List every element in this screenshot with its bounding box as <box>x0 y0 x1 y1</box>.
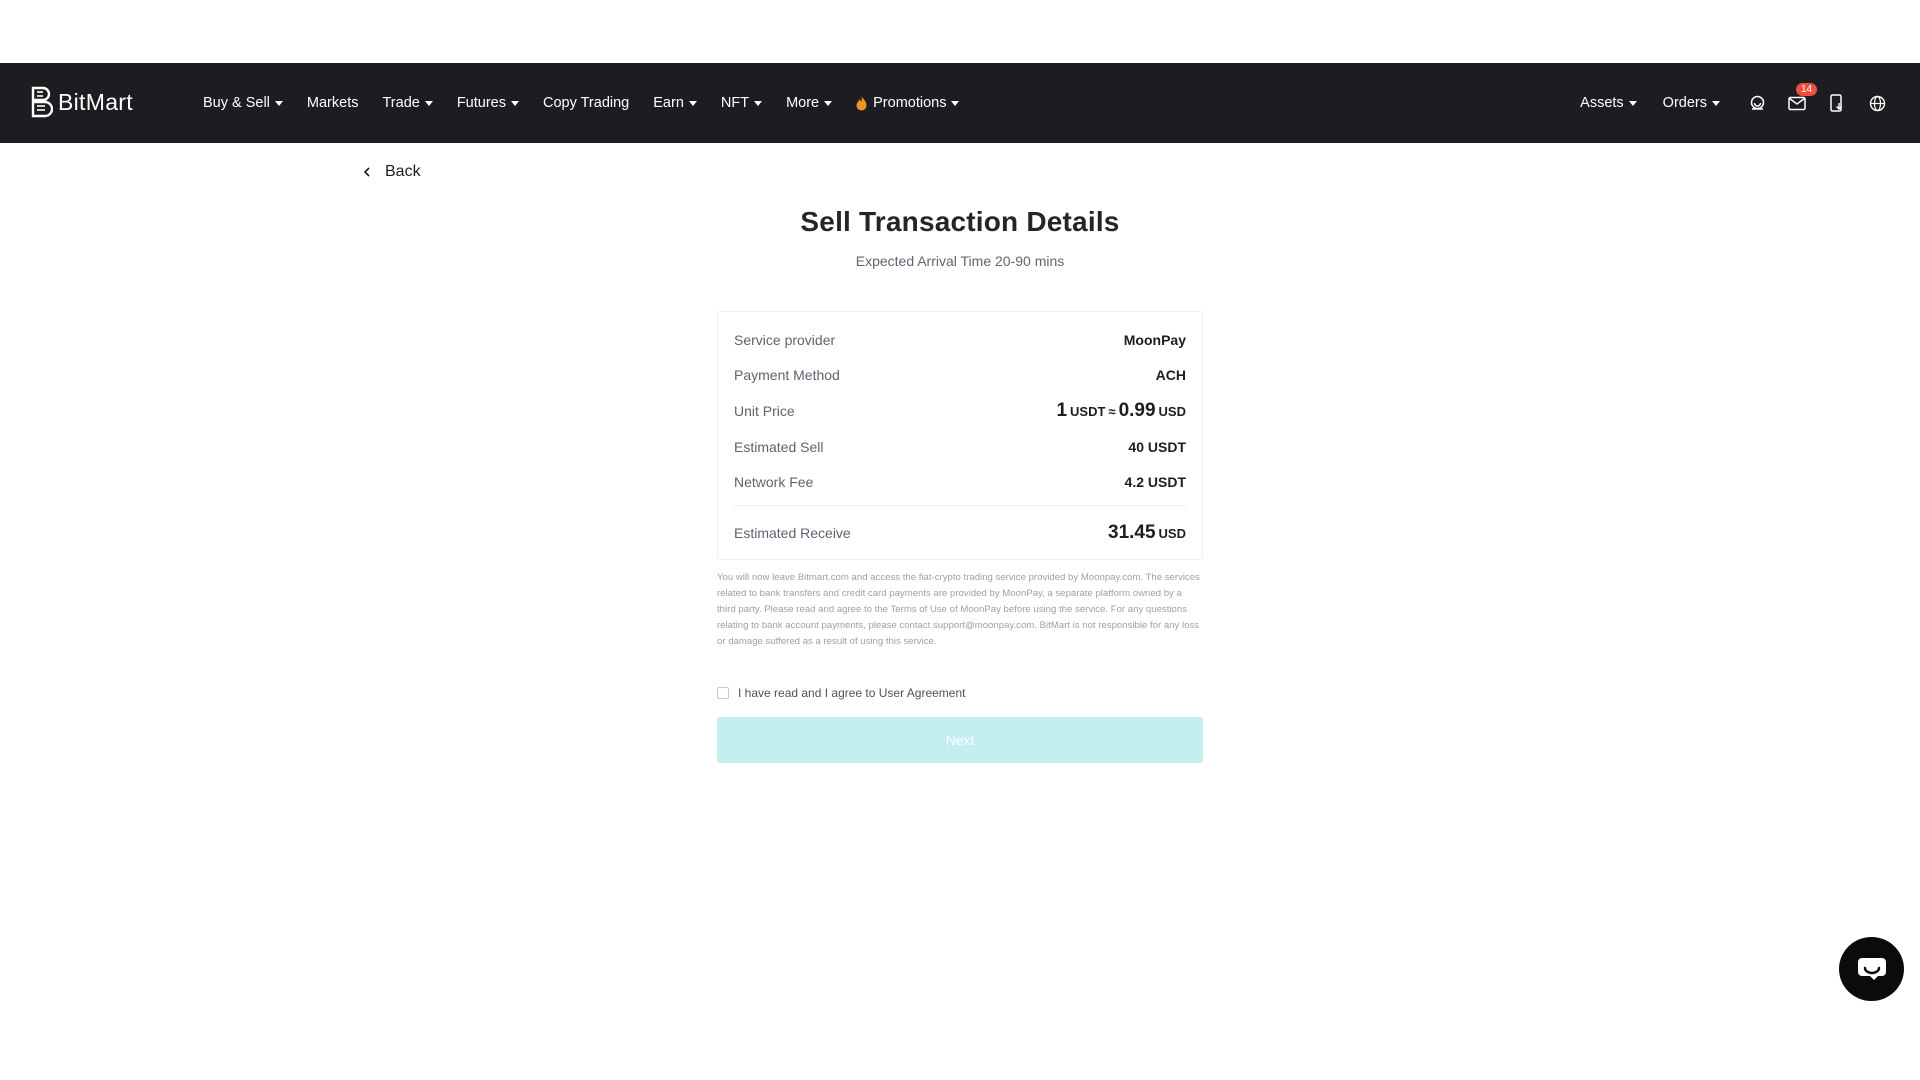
nav-label: Buy & Sell <box>203 95 270 111</box>
nav-more[interactable]: More <box>786 95 833 111</box>
caret-down-icon <box>951 101 960 106</box>
nav-label: Orders <box>1662 95 1707 111</box>
app-download-button[interactable] <box>1826 92 1848 114</box>
service-provider-value: MoonPay <box>1123 332 1186 348</box>
caret-down-icon <box>754 101 763 106</box>
header-right-actions: Assets Orders 14 <box>1580 63 1920 143</box>
nav-copy-trading[interactable]: Copy Trading <box>543 95 629 111</box>
service-provider-row: Service provider MoonPay <box>734 328 1186 352</box>
back-label: Back <box>385 163 421 180</box>
nav-label: Trade <box>382 95 420 111</box>
messages-button[interactable]: 14 <box>1786 83 1818 114</box>
estimated-receive-unit: USD <box>1158 526 1186 541</box>
caret-down-icon <box>511 101 519 106</box>
caret-down-icon <box>274 101 283 106</box>
mail-icon <box>1788 96 1806 110</box>
flame-icon <box>856 95 867 110</box>
nav-buy-sell[interactable]: Buy & Sell <box>203 95 283 111</box>
mobile-download-icon <box>1830 94 1842 112</box>
nav-label: Assets <box>1580 95 1624 111</box>
message-count-badge: 14 <box>1796 83 1818 96</box>
estimated-receive-amount: 31.45 <box>1108 522 1156 543</box>
unit-price-amount-left: 1 <box>1056 400 1068 421</box>
caret-down-icon <box>824 101 833 106</box>
approx-symbol: ≈ <box>1108 404 1116 419</box>
nav-trade[interactable]: Trade <box>382 95 433 111</box>
payment-method-value: ACH <box>1155 367 1186 383</box>
unit-price-amount-right: 0.99 <box>1118 400 1156 421</box>
nav-earn[interactable]: Earn <box>653 95 697 111</box>
nav-label: Promotions <box>873 95 947 111</box>
divider <box>734 505 1186 506</box>
nav-label: Earn <box>653 95 684 111</box>
row-label: Payment Method <box>734 367 840 383</box>
globe-icon <box>1869 95 1885 111</box>
nav-label: NFT <box>720 95 750 111</box>
unit-price-unit-right: USD <box>1158 404 1186 419</box>
estimated-sell-value: 40 USDT <box>1128 439 1186 455</box>
row-label: Unit Price <box>734 403 795 419</box>
unit-price-value: 1 USDT ≈0.99 USD <box>1056 400 1186 422</box>
nav-markets[interactable]: Markets <box>307 95 359 111</box>
next-button[interactable]: Next <box>717 717 1203 763</box>
caret-down-icon <box>1712 101 1720 106</box>
language-button[interactable] <box>1866 92 1888 114</box>
bitmart-logo[interactable]: BitMart <box>29 86 133 118</box>
caret-down-icon <box>424 101 433 106</box>
agreement-checkbox[interactable] <box>717 687 729 699</box>
caret-down-icon <box>688 101 697 106</box>
expected-arrival-time: Expected Arrival Time 20-90 mins <box>855 253 1065 269</box>
back-link[interactable]: Back <box>363 163 421 181</box>
support-button[interactable] <box>1746 92 1768 114</box>
chevron-left-icon <box>363 167 370 177</box>
transaction-details-card: Service provider MoonPay Payment Method … <box>717 311 1203 560</box>
nav-promotions[interactable]: Promotions <box>856 95 960 111</box>
unit-price-row: Unit Price 1 USDT ≈0.99 USD <box>734 398 1186 424</box>
top-navigation-bar: BitMart Buy & Sell Markets Trade Futures… <box>0 63 1920 143</box>
nav-label: Markets <box>306 95 359 111</box>
nav-nft[interactable]: NFT <box>720 95 763 111</box>
unit-price-unit-left: USDT <box>1070 404 1106 419</box>
network-fee-value: 4.2 USDT <box>1124 474 1186 490</box>
support-icon <box>1750 95 1764 110</box>
bitmart-logo-icon <box>31 86 53 118</box>
chat-icon <box>1857 958 1886 980</box>
estimated-sell-row: Estimated Sell 40 USDT <box>734 435 1186 459</box>
estimated-receive-value: 31.45 USD <box>1108 522 1186 544</box>
nav-label: More <box>786 95 820 111</box>
row-label: Estimated Receive <box>734 525 851 541</box>
network-fee-row: Network Fee 4.2 USDT <box>734 470 1186 494</box>
page-title: Sell Transaction Details <box>800 206 1120 237</box>
row-label: Service provider <box>734 332 836 348</box>
agreement-label: I have read and I agree to User Agreemen… <box>738 686 966 700</box>
caret-down-icon <box>1628 101 1637 106</box>
row-label: Network Fee <box>734 474 814 490</box>
user-agreement-checkbox-row[interactable]: I have read and I agree to User Agreemen… <box>717 686 965 700</box>
estimated-receive-row: Estimated Receive 31.45 USD <box>734 519 1186 547</box>
nav-assets[interactable]: Assets <box>1580 95 1637 111</box>
nav-label: Futures <box>456 95 506 111</box>
third-party-disclaimer: You will now leave Bitmart.com and acces… <box>717 572 1200 647</box>
row-label: Estimated Sell <box>734 439 824 455</box>
nav-label: Copy Trading <box>543 95 630 111</box>
chat-support-button[interactable] <box>1839 937 1904 1001</box>
brand-name: BitMart <box>58 88 133 115</box>
payment-method-row: Payment Method ACH <box>734 363 1186 387</box>
nav-orders[interactable]: Orders <box>1663 95 1720 111</box>
main-nav: Buy & Sell Markets Trade Futures Copy Tr… <box>203 63 983 143</box>
nav-futures[interactable]: Futures <box>457 95 519 111</box>
